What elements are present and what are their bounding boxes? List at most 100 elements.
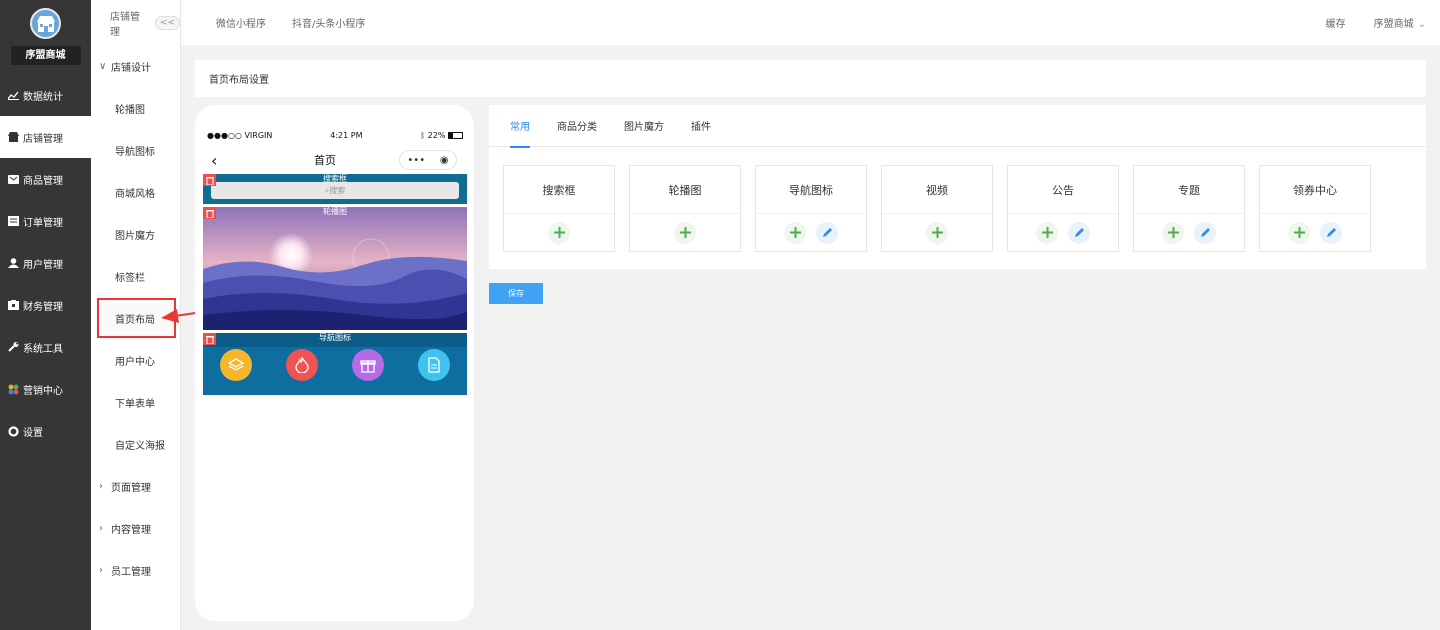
subnav-item-nav-icons[interactable]: 导航图标 bbox=[91, 129, 180, 171]
tab-plugins[interactable]: 插件 bbox=[691, 105, 711, 147]
sidebar-item-store[interactable]: 店铺管理 bbox=[0, 116, 91, 158]
subnav-item-poster[interactable]: 自定义海报 bbox=[91, 423, 180, 465]
add-icon[interactable] bbox=[1036, 221, 1058, 244]
component-tabs: 常用 商品分类 图片魔方 插件 bbox=[489, 105, 1426, 148]
user-icon bbox=[8, 258, 19, 269]
subnav-item-image-cube[interactable]: 图片魔方 bbox=[91, 213, 180, 255]
chevron-right-icon: › bbox=[99, 522, 103, 534]
finance-icon bbox=[8, 300, 19, 311]
trash-icon[interactable] bbox=[203, 333, 216, 345]
add-icon[interactable] bbox=[1162, 221, 1184, 244]
sidebar-item-label: 用户管理 bbox=[23, 259, 63, 271]
fire-icon bbox=[286, 349, 318, 381]
miniprogram-title: 首页 bbox=[314, 154, 336, 167]
sidebar-item-label: 系统工具 bbox=[23, 343, 63, 355]
subnav-item-order-form[interactable]: 下单表单 bbox=[91, 381, 180, 423]
subnav-item-tabbar[interactable]: 标签栏 bbox=[91, 255, 180, 297]
store-menu-label: 序盟商城 bbox=[1373, 19, 1414, 30]
store-menu[interactable]: 序盟商城 ⌄ bbox=[1374, 15, 1426, 30]
card-title: 轮播图 bbox=[630, 166, 740, 214]
add-icon[interactable] bbox=[926, 221, 948, 244]
sidebar-item-orders[interactable]: 订单管理 bbox=[0, 200, 91, 242]
add-icon[interactable] bbox=[548, 221, 570, 244]
tab-wechat-miniprogram[interactable]: 微信小程序 bbox=[216, 15, 266, 30]
trash-icon[interactable] bbox=[203, 207, 216, 219]
sidebar-item-marketing[interactable]: 营销中心 bbox=[0, 368, 91, 410]
store-logo-icon bbox=[30, 8, 61, 39]
search-placeholder: 搜索 bbox=[329, 186, 346, 195]
preview-nav-icons-block[interactable]: 导航图标 bbox=[203, 333, 467, 395]
preview-search-input: ⌕ 搜索 bbox=[211, 182, 459, 199]
subnav-group-label: 店铺设计 bbox=[111, 62, 151, 74]
chevron-right-icon: › bbox=[99, 480, 103, 492]
preview-search-block[interactable]: 搜索框 ⌕ 搜索 bbox=[203, 174, 467, 204]
component-card-video: 视频 bbox=[881, 165, 993, 252]
card-title: 领券中心 bbox=[1260, 166, 1370, 214]
edit-pencil-icon[interactable] bbox=[816, 221, 838, 244]
tab-common[interactable]: 常用 bbox=[510, 105, 530, 148]
sidebar-item-users[interactable]: 用户管理 bbox=[0, 242, 91, 284]
component-card-nav-icons: 导航图标 bbox=[755, 165, 867, 252]
gear-icon bbox=[8, 425, 19, 437]
miniprogram-capsule[interactable]: ••• ◉ bbox=[399, 150, 457, 170]
card-title: 公告 bbox=[1008, 166, 1118, 214]
chevron-down-icon: ∨ bbox=[99, 60, 107, 72]
subnav-group-store-design[interactable]: ∨ 店铺设计 bbox=[91, 45, 180, 87]
add-icon[interactable] bbox=[1288, 221, 1310, 244]
main-sidebar: 序盟商城 数据统计 店铺管理 商品管理 订单管理 用户管理 财务管理 系统工具 … bbox=[0, 0, 91, 630]
card-title: 专题 bbox=[1134, 166, 1244, 214]
sidebar-item-settings[interactable]: 设置 bbox=[0, 410, 91, 452]
more-dots-icon: ••• bbox=[407, 154, 426, 166]
edit-pencil-icon[interactable] bbox=[1068, 221, 1090, 244]
tab-image-cube[interactable]: 图片魔方 bbox=[624, 105, 664, 147]
preview-banner-block[interactable]: 轮播图 bbox=[203, 207, 467, 330]
cache-button[interactable]: 缓存 bbox=[1326, 15, 1346, 30]
sidebar-item-label: 财务管理 bbox=[23, 301, 63, 313]
component-card-carousel: 轮播图 bbox=[629, 165, 741, 252]
phone-status-bar: ●●●○○ VIRGIN 4:21 PM ᛒ 22% bbox=[207, 131, 463, 140]
subnav-header: 店铺管理 << bbox=[91, 0, 180, 45]
edit-pencil-icon[interactable] bbox=[1194, 221, 1216, 244]
subnav-group-content[interactable]: › 内容管理 bbox=[91, 507, 180, 549]
tab-douyin-miniprogram[interactable]: 抖音/头条小程序 bbox=[292, 15, 365, 30]
add-icon[interactable] bbox=[784, 221, 806, 244]
marketing-icon bbox=[8, 384, 19, 395]
block-label: 导航图标 bbox=[319, 333, 351, 342]
subnav-group-label: 员工管理 bbox=[111, 566, 151, 578]
brand-name: 序盟商城 bbox=[10, 46, 81, 65]
phone-preview: ●●●○○ VIRGIN 4:21 PM ᛒ 22% ‹ 首页 ••• ◉ 搜索框… bbox=[195, 105, 474, 621]
battery-indicator: ᛒ 22% bbox=[420, 131, 463, 140]
gift-icon bbox=[352, 349, 384, 381]
subnav-item-user-center[interactable]: 用户中心 bbox=[91, 339, 180, 381]
page-title: 首页布局设置 bbox=[195, 60, 1426, 97]
sidebar-item-label: 设置 bbox=[23, 427, 43, 439]
sidebar-item-tools[interactable]: 系统工具 bbox=[0, 326, 91, 368]
subnav-item-style[interactable]: 商城风格 bbox=[91, 171, 180, 213]
chevron-down-icon: ⌄ bbox=[1417, 19, 1426, 30]
save-button[interactable]: 保存 bbox=[489, 283, 543, 304]
sidebar-item-finance[interactable]: 财务管理 bbox=[0, 284, 91, 326]
carrier-text: ●●●○○ VIRGIN bbox=[207, 131, 273, 140]
component-card-coupon: 领券中心 bbox=[1259, 165, 1371, 252]
subnav-group-pages[interactable]: › 页面管理 bbox=[91, 465, 180, 507]
close-target-icon: ◉ bbox=[439, 154, 449, 166]
sidebar-item-label: 营销中心 bbox=[23, 385, 63, 397]
back-arrow-icon[interactable]: ‹ bbox=[211, 151, 231, 170]
edit-pencil-icon[interactable] bbox=[1320, 221, 1342, 244]
trash-icon[interactable] bbox=[203, 174, 216, 186]
sidebar-item-label: 商品管理 bbox=[23, 175, 63, 187]
subnav-group-staff[interactable]: › 员工管理 bbox=[91, 549, 180, 591]
sidebar-item-stats[interactable]: 数据统计 bbox=[0, 74, 91, 116]
collapse-sidebar-button[interactable]: << bbox=[154, 15, 180, 30]
miniprogram-navbar: ‹ 首页 ••• ◉ bbox=[211, 149, 457, 171]
brand-block: 序盟商城 bbox=[0, 0, 91, 74]
sidebar-item-label: 数据统计 bbox=[23, 91, 63, 103]
order-icon bbox=[8, 216, 19, 227]
sidebar-item-goods[interactable]: 商品管理 bbox=[0, 158, 91, 200]
wrench-icon bbox=[8, 342, 19, 353]
subnav-item-carousel[interactable]: 轮播图 bbox=[91, 87, 180, 129]
block-label: 轮播图 bbox=[323, 207, 347, 216]
add-icon[interactable] bbox=[674, 221, 696, 244]
sidebar-item-label: 订单管理 bbox=[23, 217, 63, 229]
tab-goods-category[interactable]: 商品分类 bbox=[557, 105, 597, 147]
